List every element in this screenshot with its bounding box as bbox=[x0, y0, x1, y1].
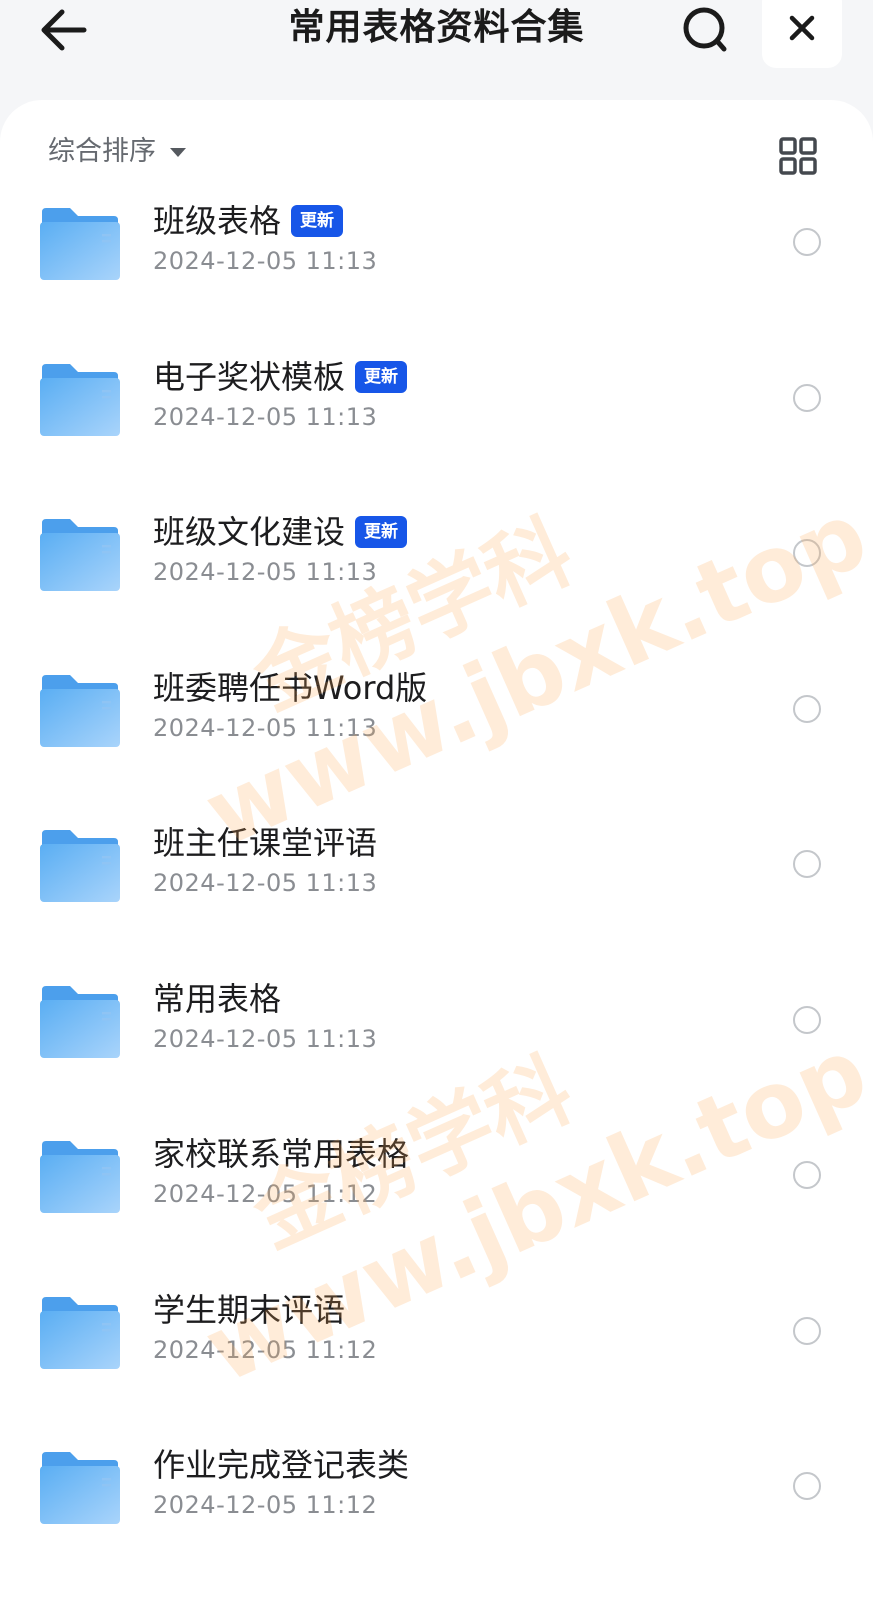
search-icon bbox=[683, 7, 727, 52]
list-item[interactable]: 班级表格 更新 2024-12-05 11:13 bbox=[0, 170, 873, 329]
select-radio[interactable] bbox=[793, 1161, 821, 1189]
file-name: 班级文化建设 更新 bbox=[153, 512, 408, 552]
file-name: 作业完成登记表类 bbox=[153, 1445, 409, 1485]
close-icon bbox=[789, 15, 815, 41]
file-date: 2024-12-05 11:13 bbox=[153, 714, 378, 742]
select-radio[interactable] bbox=[793, 1006, 821, 1034]
search-button[interactable] bbox=[680, 4, 730, 56]
sort-dropdown[interactable]: 综合排序 bbox=[48, 132, 186, 172]
file-name-text: 学生期末评语 bbox=[153, 1291, 346, 1329]
app-screen: 常用表格资料合集 综合排序 班级表格 更新 2024-12-05 11:13 电子奖状… bbox=[0, 0, 873, 1607]
file-name-text: 电子奖状模板 bbox=[153, 358, 346, 396]
folder-icon bbox=[40, 986, 120, 1058]
folder-icon bbox=[40, 1141, 120, 1213]
select-radio[interactable] bbox=[793, 850, 821, 878]
file-date: 2024-12-05 11:12 bbox=[153, 1491, 378, 1519]
folder-icon bbox=[40, 519, 120, 591]
folder-icon bbox=[40, 675, 120, 747]
sort-label: 综合排序 bbox=[48, 136, 156, 167]
file-name-text: 作业完成登记表类 bbox=[153, 1446, 410, 1484]
folder-icon bbox=[40, 830, 120, 902]
file-name: 常用表格 bbox=[153, 979, 281, 1019]
top-bar: 常用表格资料合集 bbox=[0, 0, 873, 100]
file-name: 班级表格 更新 bbox=[153, 201, 344, 241]
folder-icon bbox=[40, 1452, 120, 1524]
caret-down-icon bbox=[170, 147, 186, 157]
file-date: 2024-12-05 11:13 bbox=[153, 869, 378, 897]
list-item[interactable]: 学生期末评语 2024-12-05 11:12 bbox=[0, 1259, 873, 1418]
file-name-text: 班级表格 bbox=[153, 202, 282, 240]
file-name: 班主任课堂评语 bbox=[153, 823, 377, 863]
file-name-text: 家校联系常用表格 bbox=[153, 1135, 410, 1173]
list-item[interactable]: 常用表格 2024-12-05 11:13 bbox=[0, 948, 873, 1107]
page-title: 常用表格资料合集 bbox=[288, 7, 585, 48]
update-badge: 更新 bbox=[355, 516, 408, 548]
folder-icon bbox=[40, 208, 120, 280]
file-name-text: 班级文化建设 bbox=[153, 513, 346, 551]
list-item[interactable]: 班委聘任书Word版 2024-12-05 11:13 bbox=[0, 637, 873, 796]
select-radio[interactable] bbox=[793, 539, 821, 567]
file-date: 2024-12-05 11:13 bbox=[153, 403, 378, 431]
file-date: 2024-12-05 11:13 bbox=[153, 1025, 378, 1053]
file-name: 电子奖状模板 更新 bbox=[153, 357, 408, 397]
list-item[interactable]: 电子奖状模板 更新 2024-12-05 11:13 bbox=[0, 326, 873, 485]
list-item[interactable]: 作业完成登记表类 2024-12-05 11:12 bbox=[0, 1414, 873, 1573]
select-radio[interactable] bbox=[793, 228, 821, 256]
select-radio[interactable] bbox=[793, 1472, 821, 1500]
update-badge: 更新 bbox=[355, 361, 408, 393]
file-date: 2024-12-05 11:12 bbox=[153, 1180, 378, 1208]
update-badge: 更新 bbox=[291, 205, 344, 237]
file-date: 2024-12-05 11:12 bbox=[153, 1336, 378, 1364]
list-item[interactable]: 班级文化建设 更新 2024-12-05 11:13 bbox=[0, 481, 873, 640]
file-name: 班委聘任书Word版 bbox=[153, 668, 427, 708]
list-item[interactable]: 班主任课堂评语 2024-12-05 11:13 bbox=[0, 792, 873, 951]
close-button[interactable] bbox=[762, 0, 842, 68]
select-radio[interactable] bbox=[793, 695, 821, 723]
select-radio[interactable] bbox=[793, 384, 821, 412]
file-name-text: 班委聘任书Word版 bbox=[153, 669, 428, 707]
file-name-text: 班主任课堂评语 bbox=[153, 824, 378, 862]
file-name: 学生期末评语 bbox=[153, 1290, 345, 1330]
file-date: 2024-12-05 11:13 bbox=[153, 247, 378, 275]
folder-icon bbox=[40, 364, 120, 436]
file-name-text: 常用表格 bbox=[153, 980, 282, 1018]
list-item[interactable]: 家校联系常用表格 2024-12-05 11:12 bbox=[0, 1103, 873, 1262]
file-date: 2024-12-05 11:13 bbox=[153, 558, 378, 586]
select-radio[interactable] bbox=[793, 1317, 821, 1345]
folder-icon bbox=[40, 1297, 120, 1369]
file-name: 家校联系常用表格 bbox=[153, 1134, 409, 1174]
